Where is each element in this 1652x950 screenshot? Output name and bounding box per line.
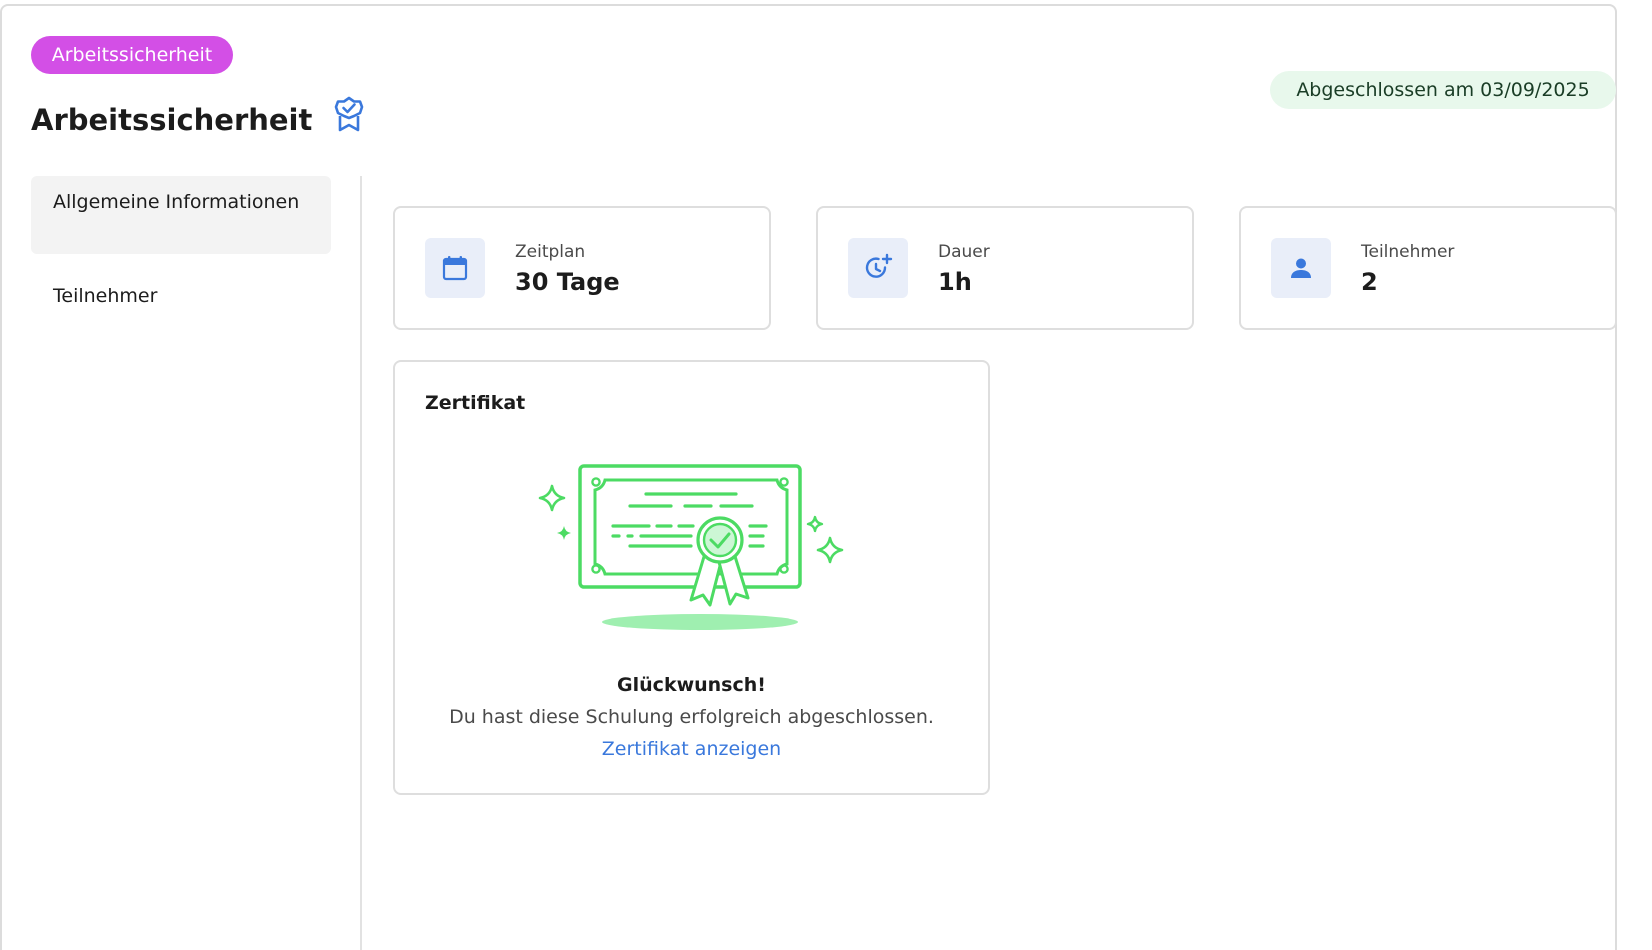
stat-label-participants: Teilnehmer bbox=[1361, 242, 1455, 262]
sidebar-item-general-info[interactable]: Allgemeine Informationen bbox=[31, 176, 331, 254]
vertical-divider bbox=[360, 176, 362, 950]
stat-card-duration: Dauer 1h bbox=[816, 206, 1194, 330]
stat-value-participants: 2 bbox=[1361, 268, 1378, 296]
certificate-illustration bbox=[538, 464, 844, 630]
certificate-card: Zertifikat Glückwunsch! Du hast diese Sc… bbox=[393, 360, 990, 795]
status-badge: Abgeschlossen am 03/09/2025 bbox=[1270, 71, 1616, 109]
certificate-heading: Glückwunsch! bbox=[617, 674, 766, 696]
stat-icon-box bbox=[848, 238, 908, 298]
stat-icon-box bbox=[1271, 238, 1331, 298]
certificate-title: Zertifikat bbox=[425, 392, 526, 414]
stat-value-schedule: 30 Tage bbox=[515, 268, 620, 296]
stat-label-duration: Dauer bbox=[938, 242, 990, 262]
sidebar-nav: Allgemeine Informationen Teilnehmer bbox=[31, 176, 331, 322]
certificate-message: Du hast diese Schulung erfolgreich abges… bbox=[449, 706, 934, 728]
stat-icon-box bbox=[425, 238, 485, 298]
view-certificate-link[interactable]: Zertifikat anzeigen bbox=[395, 738, 988, 760]
stat-label-schedule: Zeitplan bbox=[515, 242, 586, 262]
sidebar-item-participants[interactable]: Teilnehmer bbox=[31, 270, 331, 322]
stat-card-schedule: Zeitplan 30 Tage bbox=[393, 206, 771, 330]
award-badge-icon bbox=[335, 96, 364, 132]
stat-value-duration: 1h bbox=[938, 268, 972, 296]
page-title: Arbeitssicherheit bbox=[31, 103, 313, 137]
person-icon bbox=[1291, 258, 1311, 278]
stat-card-participants: Teilnehmer 2 bbox=[1239, 206, 1617, 330]
calendar-icon bbox=[442, 256, 468, 281]
title-row: Arbeitssicherheit bbox=[31, 96, 366, 137]
category-tag: Arbeitssicherheit bbox=[31, 36, 233, 74]
clock-plus-icon bbox=[865, 253, 893, 278]
